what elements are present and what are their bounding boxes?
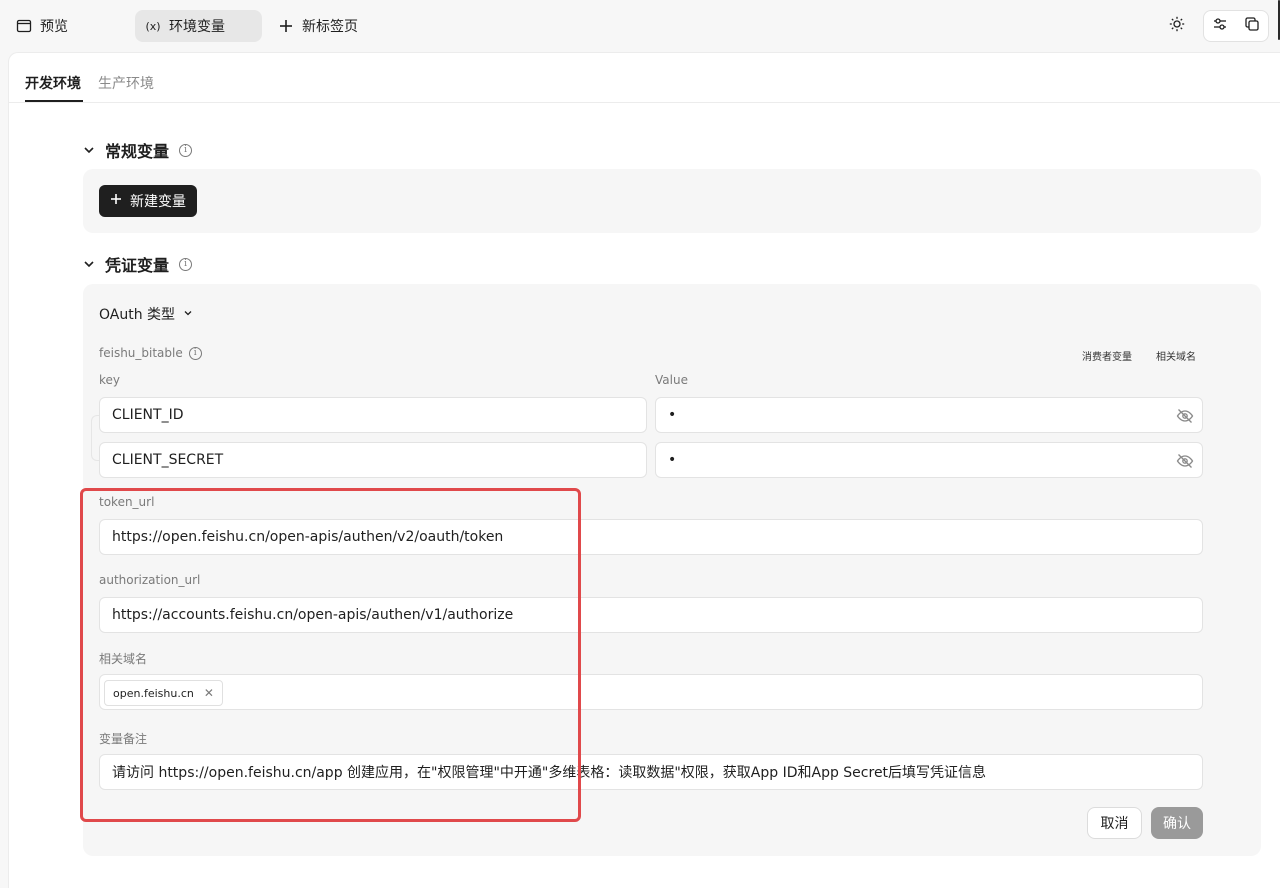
cancel-button[interactable]: 取消 <box>1087 807 1142 839</box>
row-handle <box>91 415 99 461</box>
masked-value: • <box>668 452 677 468</box>
masked-value: • <box>668 407 677 423</box>
info-icon[interactable]: i <box>188 346 202 360</box>
plus-icon <box>110 193 122 209</box>
button-label: 确认 <box>1163 816 1191 832</box>
button-label: 新建变量 <box>130 194 186 210</box>
copy-button[interactable] <box>1238 12 1266 40</box>
new-variable-button[interactable]: 新建变量 <box>99 185 197 217</box>
eye-off-icon[interactable] <box>1176 452 1194 470</box>
value-input-client-id[interactable]: • <box>655 397 1203 433</box>
copy-icon <box>1244 16 1260 36</box>
value-column-header: Value <box>655 373 688 387</box>
window-icon <box>16 18 32 34</box>
key-column-header: key <box>99 373 121 387</box>
top-bar: 预览 (x) 环境变量 新标签页 <box>0 0 1280 52</box>
eye-off-icon[interactable] <box>1176 407 1194 425</box>
credential-name: feishu_bitable i <box>99 346 202 360</box>
main-panel: 开发环境 生产环境 常规变量 i 新建变量 凭证变量 i OAuth 类型 fe… <box>8 52 1280 888</box>
tab-preview[interactable]: 预览 <box>6 10 78 42</box>
theme-toggle-button[interactable] <box>1163 12 1191 40</box>
tab-label: 环境变量 <box>169 19 225 35</box>
highlight-annotation-box <box>80 488 581 822</box>
general-variables-header[interactable]: 常规变量 i <box>83 138 193 162</box>
input-value: CLIENT_ID <box>112 407 184 423</box>
environment-tabs: 开发环境 生产环境 <box>9 53 1280 103</box>
auth-type-dropdown[interactable]: OAuth 类型 <box>99 304 193 324</box>
input-value: CLIENT_SECRET <box>112 452 224 468</box>
confirm-button[interactable]: 确认 <box>1151 807 1203 839</box>
tab-environment-variables[interactable]: (x) 环境变量 <box>135 10 262 42</box>
credential-variables-header[interactable]: 凭证变量 i <box>83 252 193 276</box>
sun-icon <box>1169 16 1185 36</box>
chevron-down-icon <box>183 306 193 322</box>
section-title: 常规变量 <box>105 142 170 161</box>
general-variables-card <box>83 169 1261 233</box>
tab-label: 预览 <box>40 19 68 35</box>
auth-type-label: OAuth 类型 <box>99 307 176 323</box>
tab-production[interactable]: 生产环境 <box>98 73 154 93</box>
info-icon[interactable]: i <box>179 143 193 157</box>
related-domains-button[interactable]: 相关域名 <box>1156 348 1196 363</box>
sliders-icon <box>1212 16 1228 36</box>
chevron-down-icon <box>83 141 95 160</box>
section-title: 凭证变量 <box>105 256 170 275</box>
variable-icon: (x) <box>145 19 161 33</box>
key-input-client-secret[interactable]: CLIENT_SECRET <box>99 442 647 478</box>
tab-development[interactable]: 开发环境 <box>25 73 81 93</box>
active-tab-indicator <box>25 100 83 102</box>
settings-button[interactable] <box>1206 12 1234 40</box>
chevron-down-icon <box>83 255 95 274</box>
credential-name-text: feishu_bitable <box>99 346 183 360</box>
tab-new[interactable]: 新标签页 <box>268 10 368 42</box>
info-icon[interactable]: i <box>179 257 193 271</box>
button-label: 取消 <box>1100 816 1129 832</box>
tab-label: 新标签页 <box>302 19 358 35</box>
key-input-client-id[interactable]: CLIENT_ID <box>99 397 647 433</box>
consumer-variables-button[interactable]: 消费者变量 <box>1082 348 1132 363</box>
value-input-client-secret[interactable]: • <box>655 442 1203 478</box>
plus-icon <box>278 18 294 34</box>
